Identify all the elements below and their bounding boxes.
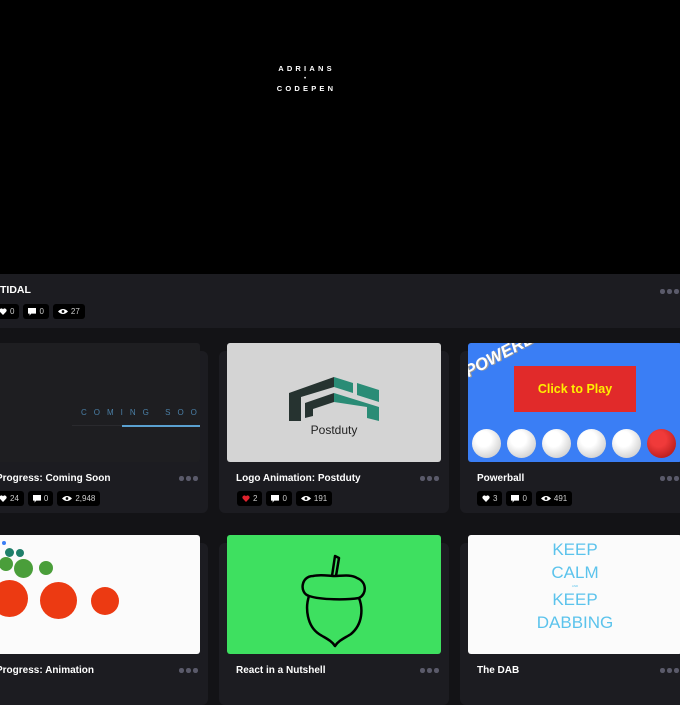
eye-icon [62,496,73,501]
views-button[interactable]: 191 [295,491,333,506]
ball-row [472,429,676,458]
comment-count: 0 [39,307,44,316]
pen-title[interactable]: The DAB [477,665,519,676]
views-button[interactable]: 491 [535,491,573,506]
heart-icon [242,495,250,502]
eye-icon [540,496,551,501]
poster-line-4: DABBING [536,613,614,632]
like-count: 2 [253,494,258,503]
views-button[interactable]: 2,948 [57,491,101,506]
view-count: 2,948 [75,494,96,503]
comment-button[interactable]: 0 [23,304,49,319]
progress-bar [122,425,200,427]
dot-green [0,557,13,571]
comment-icon [271,494,280,503]
poster-line-3: KEEP [552,590,598,609]
comment-button[interactable]: 0 [506,491,532,506]
pen-preview[interactable]: Postduty [227,343,441,462]
like-count: 24 [10,494,19,503]
more-options-icon[interactable] [660,476,679,481]
pen-title[interactable]: Logo Animation: Postduty [236,473,361,484]
pen-preview[interactable] [227,535,441,654]
featured-pen-title[interactable]: TIDAL [0,284,31,296]
white-ball [612,429,641,458]
logo-line-1: ADRIANS [278,64,335,73]
poster-line-1: KEEP [552,540,598,559]
more-options-icon[interactable] [179,476,198,481]
like-count: 0 [10,307,15,316]
logo-line-2: CODEPEN [276,84,337,93]
more-options-icon[interactable] [660,668,679,673]
dot-blue [2,541,6,545]
pen-stats: 3 0 491 [477,491,573,506]
postduty-logo-icon [289,377,379,421]
like-button[interactable]: 3 [477,491,503,506]
comment-button[interactable]: 0 [266,491,292,506]
comment-icon [28,307,37,316]
click-to-play-button[interactable]: Click to Play [514,366,636,412]
eye-icon [57,309,68,314]
views-button[interactable]: 27 [52,304,85,319]
pen-title[interactable]: React in a Nutshell [236,665,325,676]
pen-stats: 2 0 191 [237,491,333,506]
comment-count: 0 [43,494,49,503]
like-button[interactable]: 2 [237,491,263,506]
dot-green [39,561,53,575]
dot-green [14,559,33,578]
dot-teal [16,549,24,557]
comment-icon [511,494,520,503]
more-options-icon[interactable] [420,668,439,673]
comment-count: 0 [282,494,287,503]
comment-count: 0 [522,494,527,503]
more-options-icon[interactable] [660,289,679,294]
dot-teal [5,548,14,557]
dot-red [40,582,77,619]
white-ball [507,429,536,458]
pen-preview[interactable]: Click to Play POWERBALL [468,343,680,462]
pen-preview[interactable] [0,535,200,654]
pen-title[interactable]: Powerball [477,473,524,484]
more-options-icon[interactable] [179,668,198,673]
white-ball [577,429,606,458]
heart-icon [482,495,490,502]
featured-pen-card[interactable] [0,274,680,328]
keep-calm-poster: KEEP CALM AND KEEP DABBING [468,538,680,634]
featured-stats: 0 0 27 [0,304,85,319]
pen-preview[interactable]: KEEP CALM AND KEEP DABBING [468,535,680,654]
pen-preview[interactable]: COMING SOON [0,343,200,462]
like-count: 3 [493,494,498,503]
dot-red [0,580,28,617]
pen-title[interactable]: Progress: Animation [0,665,94,676]
comment-icon [32,494,41,503]
logo-separator: • [303,76,307,82]
eye-icon [300,496,311,501]
acorn-icon [301,554,366,648]
site-logo[interactable]: ADRIANS • CODEPEN [255,64,355,93]
red-powerball [647,429,676,458]
heart-icon [0,495,7,502]
coming-soon-text: COMING SOON [81,408,200,417]
more-options-icon[interactable] [420,476,439,481]
white-ball [472,429,501,458]
pen-stats: 24 0 2,948 [0,491,101,506]
like-button[interactable]: 24 [0,491,24,506]
dot-red [91,587,119,615]
view-count: 191 [313,494,328,503]
comment-button[interactable]: 0 [27,491,54,506]
hero-header: ADRIANS • CODEPEN [0,0,680,274]
white-ball [542,429,571,458]
heart-icon [0,308,7,315]
view-count: 491 [553,494,568,503]
pen-title[interactable]: Progress: Coming Soon [0,473,110,484]
like-button[interactable]: 0 [0,304,20,319]
view-count: 27 [70,307,80,316]
postduty-wordmark: Postduty [310,423,358,437]
poster-line-2: CALM [551,563,599,582]
